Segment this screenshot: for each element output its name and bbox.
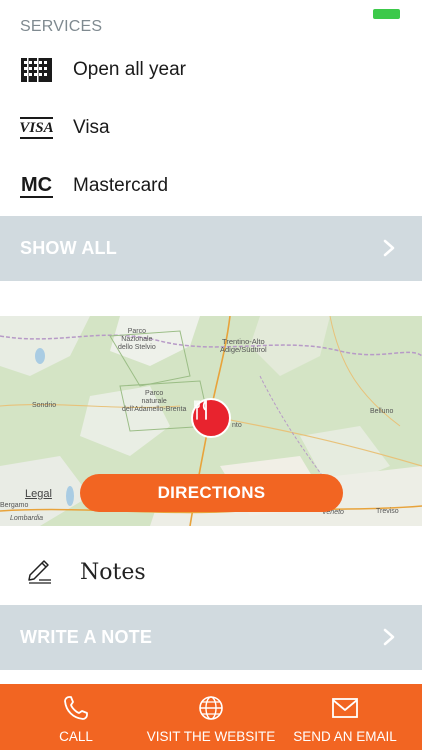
restaurant-icon <box>194 400 207 420</box>
visa-icon-text: VISA <box>19 120 54 136</box>
mastercard-icon-text: MC <box>20 174 53 196</box>
service-mastercard: MC Mastercard <box>0 166 422 206</box>
pencil-icon <box>28 560 51 584</box>
show-all-label: SHOW ALL <box>20 238 117 258</box>
globe-icon <box>199 696 223 720</box>
service-label: Mastercard <box>73 175 169 196</box>
website-label: VISIT THE WEBSITE <box>146 729 276 744</box>
visa-icon: VISA <box>19 113 54 143</box>
show-all-button[interactable]: SHOW ALL <box>0 216 422 281</box>
service-label: Visa <box>73 117 110 138</box>
service-visa: VISA Visa <box>0 108 422 148</box>
call-label: CALL <box>59 729 93 744</box>
map-label-bergamo: Bergamo <box>0 502 29 509</box>
battery-icon <box>373 9 400 19</box>
calendar-icon <box>20 55 53 85</box>
directions-button[interactable]: DIRECTIONS <box>80 474 343 512</box>
map-label-trentino: Trentino-Alto Adige/Südtirol <box>220 337 267 354</box>
envelope-icon <box>332 698 358 718</box>
chevron-right-icon <box>383 628 395 646</box>
place-detail-screen: SERVICES Open all year VISA Visa MC Mast… <box>0 0 422 750</box>
restaurant-pin[interactable] <box>191 398 231 438</box>
send-email-button[interactable]: SEND AN EMAIL <box>291 684 399 750</box>
action-footer: CALL VISIT THE WEBSITE SEND AN EMAIL <box>0 684 422 750</box>
map-label-sondrio: Sondrio <box>32 402 57 409</box>
write-note-label: WRITE A NOTE <box>20 627 153 647</box>
notes-header: Notes <box>0 550 422 596</box>
map-legal-link[interactable]: Legal <box>25 488 52 500</box>
map-label-parco-adamello: Parco naturale dell'Adamello-Brenta <box>122 390 187 413</box>
call-button[interactable]: CALL <box>38 684 114 750</box>
map-label-parco-stelvio: Parco Nazionale dello Stelvio <box>118 328 156 351</box>
notes-title: Notes <box>80 560 146 585</box>
map-label-belluno: Belluno <box>370 408 394 415</box>
phone-icon <box>64 696 88 720</box>
email-label: SEND AN EMAIL <box>293 729 397 744</box>
mastercard-icon: MC <box>20 171 53 201</box>
service-label: Open all year <box>73 59 187 80</box>
visit-website-button[interactable]: VISIT THE WEBSITE <box>144 684 278 750</box>
services-title: SERVICES <box>20 18 103 35</box>
chevron-right-icon <box>383 239 395 257</box>
write-note-button[interactable]: WRITE A NOTE <box>0 605 422 670</box>
map-label-treviso: Treviso <box>376 508 399 515</box>
service-open-all-year: Open all year <box>0 50 422 90</box>
map-label-trento: nto <box>232 422 242 429</box>
map-label-lombardia: Lombardia <box>10 515 44 522</box>
